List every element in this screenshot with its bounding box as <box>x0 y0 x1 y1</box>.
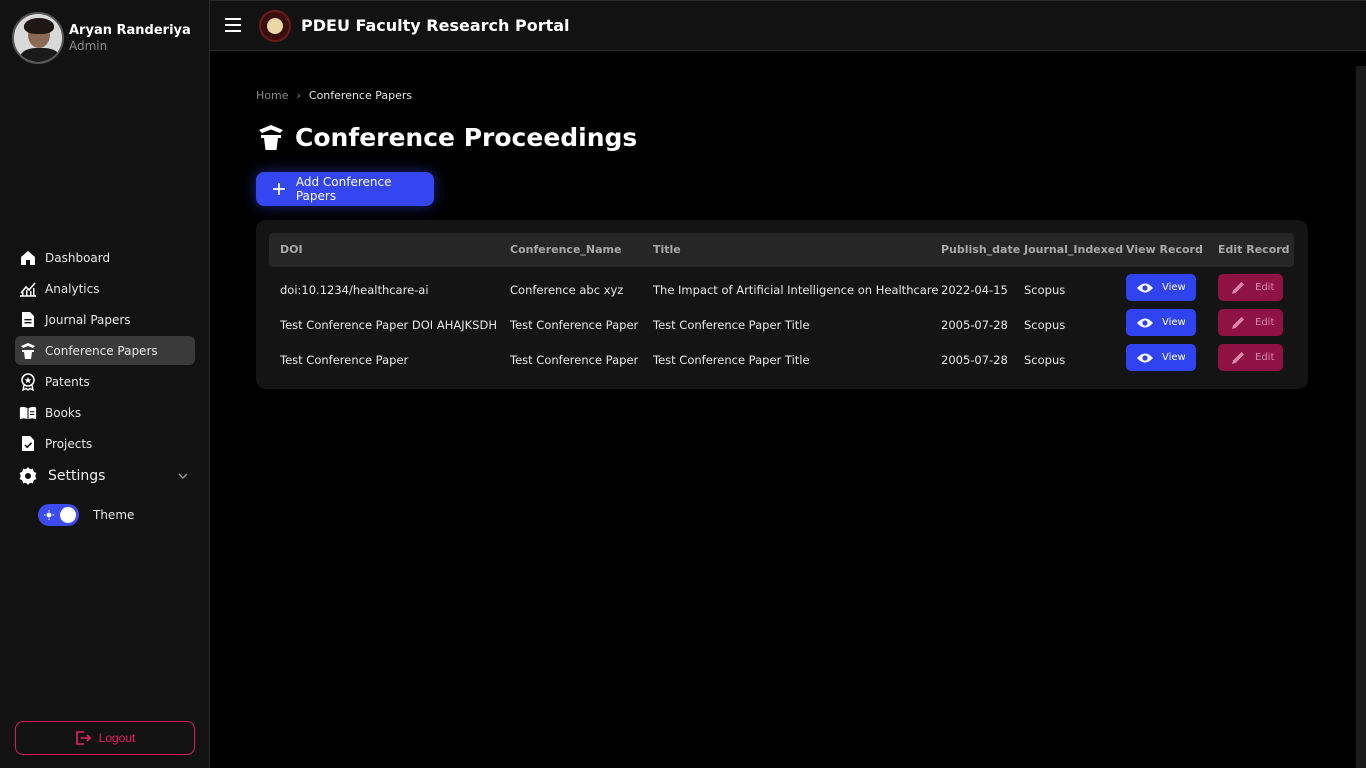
settings-label: Settings <box>48 468 106 484</box>
cell-title: The Impact of Artificial Intelligence on… <box>653 283 939 297</box>
user-name: Aryan Randeriya <box>69 22 191 38</box>
sidebar-nav: Dashboard Analytics Journal Papers Confe… <box>15 243 195 460</box>
cell-doi: doi:10.1234/healthcare-ai <box>280 283 429 297</box>
table-row: Test Conference Paper DOI AHAJKSDH Test … <box>269 307 1294 342</box>
eye-icon <box>1137 353 1153 362</box>
menu-toggle-icon[interactable] <box>225 18 241 32</box>
sidebar-item-projects[interactable]: Projects <box>15 429 195 458</box>
chart-line-icon <box>19 280 37 298</box>
book-icon <box>19 404 37 422</box>
chevron-down-icon <box>178 473 188 479</box>
home-icon <box>19 249 37 267</box>
eye-icon <box>1137 283 1153 292</box>
edit-button[interactable]: Edit <box>1218 309 1283 336</box>
cell-title: Test Conference Paper Title <box>653 318 810 332</box>
cell-conference-name: Test Conference Paper <box>510 318 639 332</box>
sidebar-item-books[interactable]: Books <box>15 398 195 427</box>
podium-icon <box>259 125 283 150</box>
cell-publish-date: 2005-07-28 <box>941 353 1008 367</box>
cell-journal-indexed: Scopus <box>1024 318 1066 332</box>
app-title: PDEU Faculty Research Portal <box>301 16 570 35</box>
cell-conference-name: Conference abc xyz <box>510 283 624 297</box>
pencil-icon <box>1232 316 1244 329</box>
cell-journal-indexed: Scopus <box>1024 353 1066 367</box>
sidebar-item-label: Projects <box>45 436 93 451</box>
logout-button[interactable]: Logout <box>15 721 195 755</box>
theme-toggle[interactable] <box>38 504 79 526</box>
table-row: Test Conference Paper Test Conference Pa… <box>269 342 1294 377</box>
university-logo <box>259 10 291 42</box>
sidebar-item-label: Journal Papers <box>45 312 131 327</box>
logout-label: Logout <box>98 731 136 745</box>
breadcrumb: Home › Conference Papers <box>256 89 412 102</box>
view-button[interactable]: View <box>1126 274 1196 301</box>
user-profile: Aryan Randeriya Admin <box>12 12 191 64</box>
cell-conference-name: Test Conference Paper <box>510 353 639 367</box>
page-title: Conference Proceedings <box>256 122 637 152</box>
sidebar-item-patents[interactable]: Patents <box>15 367 195 396</box>
logout-icon <box>75 731 91 745</box>
cell-doi: Test Conference Paper DOI AHAJKSDH <box>280 318 497 332</box>
edit-label: Edit <box>1255 282 1275 293</box>
sidebar-item-journal-papers[interactable]: Journal Papers <box>15 305 195 334</box>
page-heading: Conference Proceedings <box>295 122 638 152</box>
document-icon <box>19 311 37 329</box>
cell-title: Test Conference Paper Title <box>653 353 810 367</box>
cell-journal-indexed: Scopus <box>1024 283 1066 297</box>
pencil-icon <box>1232 281 1244 294</box>
sidebar-item-conference-papers[interactable]: Conference Papers <box>15 336 195 365</box>
add-button-label: Add Conference Papers <box>295 175 392 203</box>
sidebar-item-analytics[interactable]: Analytics <box>15 274 195 303</box>
edit-button[interactable]: Edit <box>1218 274 1283 301</box>
column-header-conference-name[interactable]: Conference_Name <box>510 243 621 256</box>
chevron-right-icon: › <box>296 89 301 102</box>
award-icon <box>19 372 37 391</box>
pencil-icon <box>1232 351 1244 364</box>
table-row: doi:10.1234/healthcare-ai Conference abc… <box>269 272 1294 307</box>
theme-setting: Theme <box>38 504 134 526</box>
sidebar-item-label: Patents <box>45 374 90 389</box>
column-header-publish-date[interactable]: Publish_date <box>941 243 1020 256</box>
view-label: View <box>1162 282 1186 293</box>
sidebar-item-label: Books <box>45 405 82 420</box>
column-header-edit-record: Edit Record <box>1218 243 1290 256</box>
column-header-title[interactable]: Title <box>653 243 681 256</box>
edit-label: Edit <box>1255 352 1275 363</box>
top-bar: PDEU Faculty Research Portal <box>210 0 1366 51</box>
cell-publish-date: 2022-04-15 <box>941 283 1008 297</box>
conference-table: DOI Conference_Name Title Publish_date J… <box>256 220 1308 389</box>
plus-icon <box>272 183 285 195</box>
podium-icon <box>19 342 37 360</box>
column-header-view-record: View Record <box>1126 243 1203 256</box>
user-role: Admin <box>69 38 108 53</box>
table-header: DOI Conference_Name Title Publish_date J… <box>269 233 1294 267</box>
view-label: View <box>1162 317 1186 328</box>
edit-button[interactable]: Edit <box>1218 344 1283 371</box>
edit-label: Edit <box>1255 317 1275 328</box>
scrollbar[interactable] <box>1356 66 1366 768</box>
theme-label: Theme <box>93 508 135 522</box>
add-conference-papers-button[interactable]: Add Conference Papers <box>256 172 434 206</box>
column-header-journal-indexed[interactable]: Journal_Indexed <box>1024 243 1123 256</box>
column-header-doi[interactable]: DOI <box>280 243 303 256</box>
view-button[interactable]: View <box>1126 309 1196 336</box>
sun-icon <box>44 510 54 520</box>
settings-menu[interactable]: Settings <box>15 462 195 490</box>
sidebar-item-label: Dashboard <box>45 250 111 265</box>
file-check-icon <box>19 435 37 453</box>
sidebar-item-dashboard[interactable]: Dashboard <box>15 243 195 272</box>
view-label: View <box>1162 352 1186 363</box>
sidebar: Aryan Randeriya Admin Dashboard Analytic… <box>0 0 210 768</box>
sidebar-item-label: Conference Papers <box>45 343 158 358</box>
avatar <box>12 12 64 64</box>
gear-icon <box>19 467 37 485</box>
eye-icon <box>1137 318 1153 327</box>
view-button[interactable]: View <box>1126 344 1196 371</box>
sidebar-item-label: Analytics <box>45 281 100 296</box>
breadcrumb-current: Conference Papers <box>308 89 413 102</box>
breadcrumb-home[interactable]: Home <box>256 89 288 102</box>
cell-publish-date: 2005-07-28 <box>941 318 1008 332</box>
cell-doi: Test Conference Paper <box>280 353 409 367</box>
